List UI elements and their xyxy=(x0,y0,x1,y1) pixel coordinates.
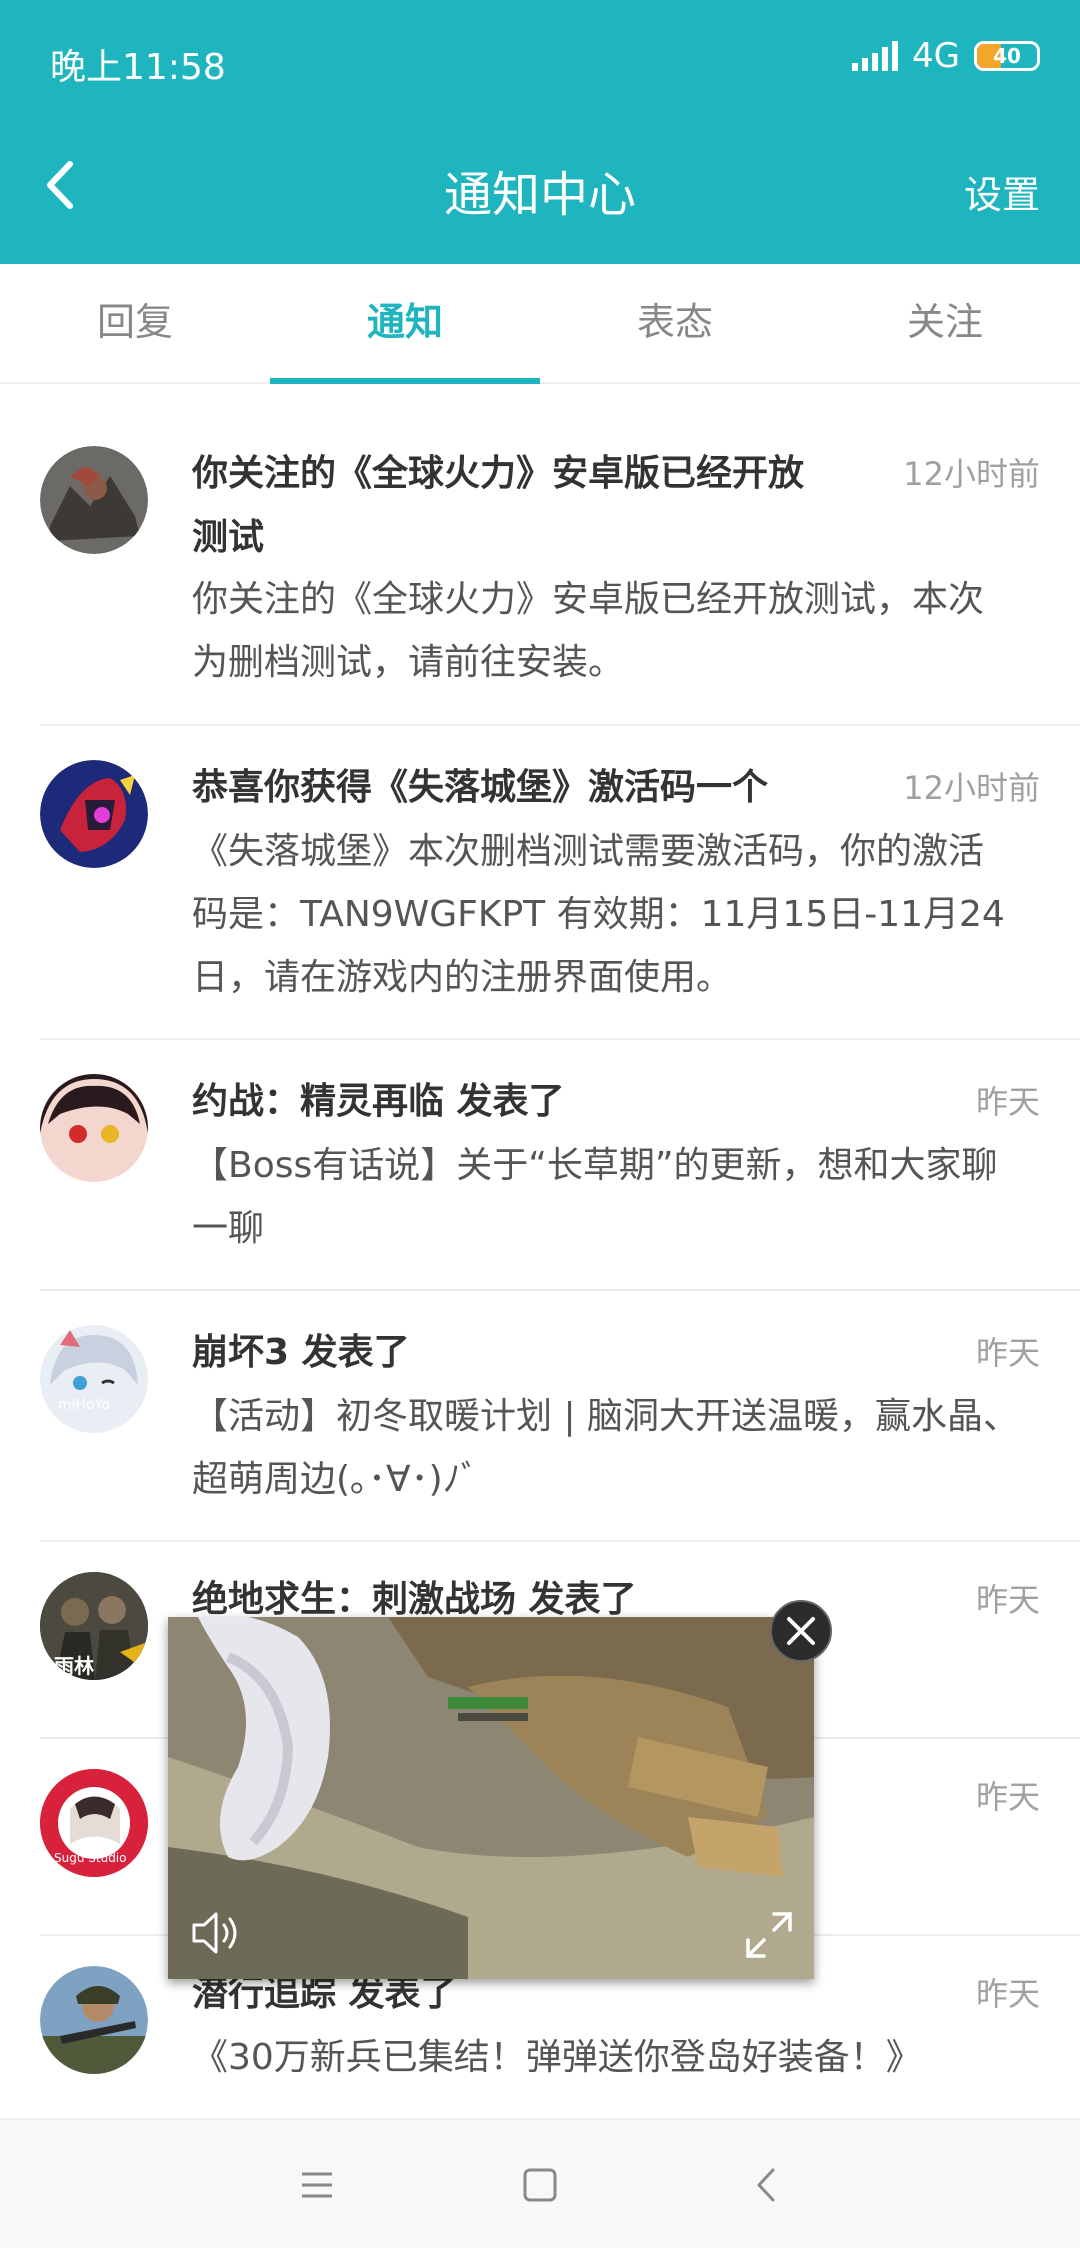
notification-body-cont: 日，请在游戏内的注册界面使用。 xyxy=(192,957,733,998)
avatar[interactable] xyxy=(40,760,148,868)
notification-body-cont: 超萌周边(｡･∀･)ﾉﾞ xyxy=(192,1459,479,1500)
settings-button[interactable]: 设置 xyxy=(964,164,1040,219)
list-item[interactable]: miHoYo 崩坏3 发表了 昨天 【活动】初冬取暖计划 | 脑洞大开送温暖，赢… xyxy=(40,1291,1080,1542)
status-time: 晚上11:58 xyxy=(50,47,226,88)
avatar-art xyxy=(50,1330,138,1390)
signal-icon xyxy=(852,41,899,71)
notification-time: 昨天 xyxy=(975,1975,1040,2013)
system-nav-bar xyxy=(0,2118,1080,2248)
notification-body-cont: 码是：TAN9WGFKPT 有效期：11月15日-11月24 xyxy=(192,894,1005,935)
notification-time: 昨天 xyxy=(975,1083,1040,1121)
avatar[interactable]: Sugu Studio xyxy=(40,1769,148,1877)
back-icon[interactable] xyxy=(740,2158,794,2212)
fullscreen-icon[interactable] xyxy=(742,1908,796,1962)
battery-icon: 40 xyxy=(974,41,1040,71)
home-icon[interactable] xyxy=(513,2158,567,2212)
avatar-brand: 雨林 xyxy=(54,1654,94,1678)
notification-title: 约战：精灵再临 发表了 xyxy=(192,1081,565,1122)
avatar-brand: miHoYo xyxy=(58,1397,110,1413)
app-header: 晚上11:58 4G 40 通知中心 设置 xyxy=(0,0,1080,264)
battery-level: 40 xyxy=(993,44,1021,68)
list-item[interactable]: 你关注的《全球火力》安卓版已经开放 测试 12小时前 你关注的《全球火力》安卓版… xyxy=(40,412,1080,726)
avatar[interactable]: 雨林 xyxy=(40,1572,148,1680)
network-label: 4G xyxy=(912,36,960,76)
list-item[interactable]: 约战：精灵再临 发表了 昨天 【Boss有话说】关于“长草期”的更新，想和大家聊… xyxy=(40,1040,1080,1291)
avatar[interactable]: miHoYo xyxy=(40,1325,148,1433)
notification-body: 你关注的《全球火力》安卓版已经开放测试，本次 xyxy=(192,579,985,620)
avatar-brand: Sugu Studio xyxy=(54,1851,127,1865)
menu-icon[interactable] xyxy=(290,2158,344,2212)
tab-reply[interactable]: 回复 xyxy=(0,264,270,382)
notification-body: 《30万新兵已集结！弹弹送你登岛好装备！》 xyxy=(192,2037,922,2078)
avatar[interactable] xyxy=(40,446,148,554)
notification-time: 昨天 xyxy=(975,1581,1040,1619)
notification-body: 【Boss有话说】关于“长草期”的更新，想和大家聊 xyxy=(192,1145,998,1186)
floating-video-player[interactable] xyxy=(168,1617,814,1979)
tab-reaction[interactable]: 表态 xyxy=(540,264,810,382)
close-video-button[interactable] xyxy=(770,1600,832,1662)
notification-time: 昨天 xyxy=(975,1334,1040,1372)
page-title: 通知中心 xyxy=(443,167,636,223)
tab-follow[interactable]: 关注 xyxy=(810,264,1080,382)
notification-body: 《失落城堡》本次删档测试需要激活码，你的激活 xyxy=(192,831,985,872)
notification-body-cont: 一聊 xyxy=(192,1208,265,1249)
notification-body: 【活动】初冬取暖计划 | 脑洞大开送温暖，赢水晶、 xyxy=(192,1396,1020,1437)
close-icon xyxy=(787,1617,815,1645)
video-frame xyxy=(168,1617,814,1979)
status-indicators: 4G 40 xyxy=(852,36,1040,76)
tab-notify[interactable]: 通知 xyxy=(270,264,540,384)
avatar[interactable] xyxy=(40,1074,148,1182)
list-item[interactable]: 恭喜你获得《失落城堡》激活码一个 12小时前 《失落城堡》本次删档测试需要激活码… xyxy=(40,726,1080,1040)
notification-time: 12小时前 xyxy=(903,769,1040,807)
notification-title: 恭喜你获得《失落城堡》激活码一个 xyxy=(192,767,769,808)
tab-bar: 回复 通知 表态 关注 xyxy=(0,264,1080,384)
volume-icon[interactable] xyxy=(190,1908,244,1958)
notification-time: 昨天 xyxy=(975,1778,1040,1816)
notification-title-cont: 测试 xyxy=(192,517,265,558)
notification-time: 12小时前 xyxy=(903,455,1040,493)
notification-title: 崩坏3 发表了 xyxy=(192,1332,410,1373)
avatar[interactable] xyxy=(40,1966,148,2074)
notification-title: 你关注的《全球火力》安卓版已经开放 xyxy=(192,453,805,494)
notification-body-cont: 为删档测试，请前往安装。 xyxy=(192,642,625,683)
